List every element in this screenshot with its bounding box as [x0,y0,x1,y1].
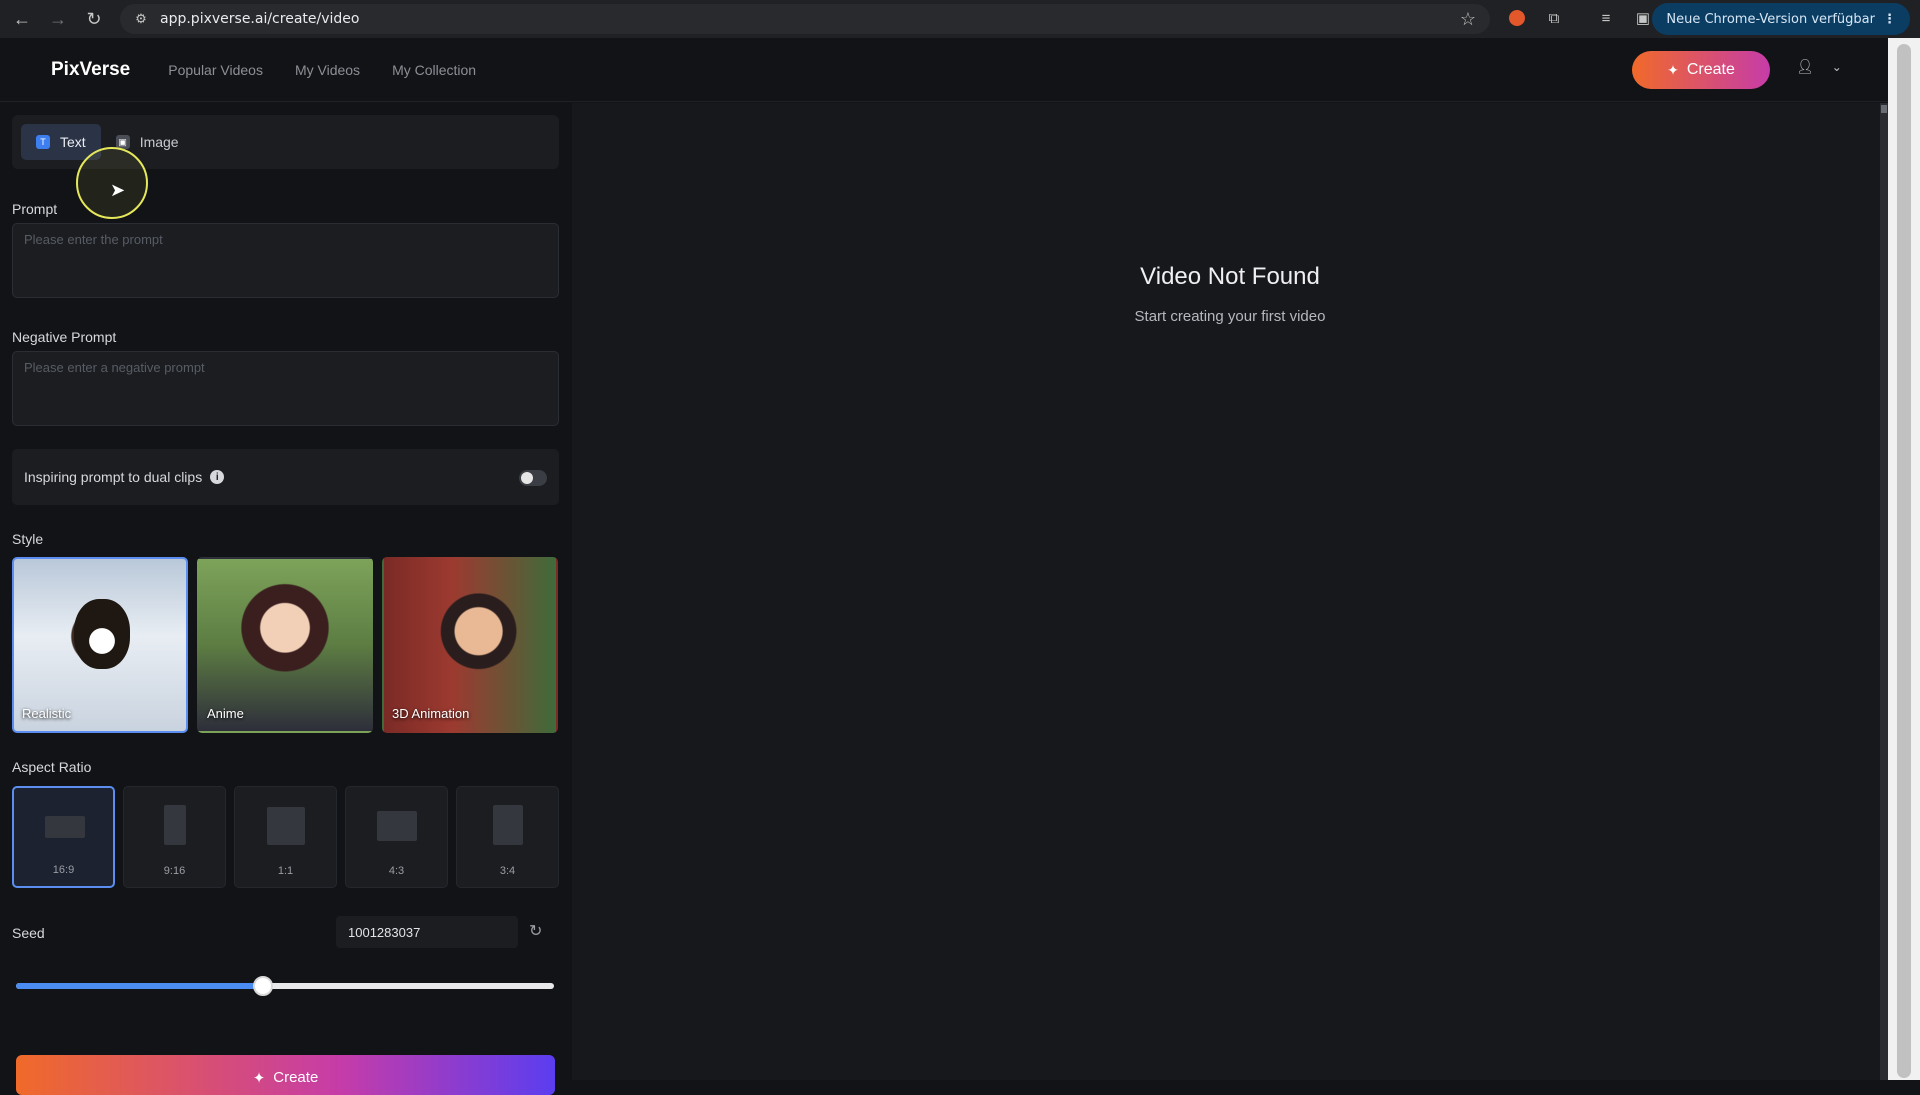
toggle-knob [521,472,533,484]
reload-icon[interactable]: ↻ [80,5,108,33]
ratio-3-4-icon [493,805,523,845]
nav-my-videos[interactable]: My Videos [295,62,360,78]
aspect-ratio-options: 16:9 9:16 1:1 4:3 3:4 [12,786,567,888]
style-anime[interactable]: Anime [197,557,373,733]
video-output-panel: Video Not Found Start creating your firs… [572,103,1888,1080]
ratio-4-3-label: 4:3 [388,865,405,877]
app-header: PixVerse Popular Videos My Videos My Col… [0,38,1888,102]
site-settings-icon[interactable]: ⚙ [132,10,150,28]
header-create-label: Create [1686,61,1735,78]
dual-clips-label: Inspiring prompt to dual clips [24,469,203,485]
seed-input[interactable]: 1001283037 [336,916,518,948]
address-bar[interactable]: ⚙ app.pixverse.ai/create/video ☆ [120,4,1490,34]
text-mode-icon: T [36,135,50,149]
bookmark-star-icon[interactable]: ☆ [1460,9,1476,30]
user-menu[interactable]: 👤︎ ⌄ [1796,58,1842,75]
ratio-1-1[interactable]: 1:1 [234,786,337,888]
header-create-button[interactable]: ✦ Create [1632,51,1770,89]
create-button-label: Create [273,1069,319,1086]
ratio-3-4[interactable]: 3:4 [456,786,559,888]
info-icon[interactable]: i [210,470,225,484]
ratio-9-16-icon [164,805,186,845]
dual-clips-row: Inspiring prompt to dual clips i [12,449,559,505]
prompt-input[interactable] [12,223,559,298]
negative-prompt-input[interactable] [12,351,559,426]
ratio-9-16[interactable]: 9:16 [123,786,226,888]
style-options: Realistic Anime 3D Animation [12,557,567,733]
chevron-down-icon: ⌄ [1831,59,1842,74]
nav-popular-videos[interactable]: Popular Videos [168,62,263,78]
seed-label: Seed [12,925,45,941]
page-scrollbar[interactable] [1888,38,1920,1080]
ratio-4-3[interactable]: 4:3 [345,786,448,888]
ratio-3-4-label: 3:4 [499,865,516,877]
panel-scrollbar[interactable] [1880,103,1888,1080]
tab-text-label: Text [60,134,86,150]
style-label: Style [12,531,44,547]
refresh-seed-icon[interactable]: ↻ [529,921,542,941]
ratio-16-9[interactable]: 16:9 [12,786,115,888]
style-anime-label: Anime [207,706,244,721]
style-realistic[interactable]: Realistic [12,557,188,733]
extensions-puzzle-icon[interactable]: ⧉ [1542,6,1566,30]
browser-toolbar: ← → ↻ ⚙ app.pixverse.ai/create/video ☆ ⧉… [0,0,1920,38]
ratio-16-9-icon [45,816,85,838]
ratio-4-3-icon [377,811,417,841]
empty-state-title: Video Not Found [1140,263,1320,290]
style-3d-animation-label: 3D Animation [392,706,470,721]
aspect-ratio-label: Aspect Ratio [12,759,92,775]
tab-image-label: Image [139,134,179,150]
chrome-update-button[interactable]: Neue Chrome-Version verfügbar ⋮ [1652,3,1910,35]
seed-slider-thumb[interactable] [253,976,274,996]
create-button[interactable]: ✦ Create [16,1055,555,1095]
seed-slider[interactable] [16,976,554,996]
negative-prompt-label: Negative Prompt [12,329,117,345]
ratio-16-9-label: 16:9 [52,864,75,876]
ratio-9-16-label: 9:16 [163,865,186,877]
panel-scrollbar-thumb[interactable] [1881,105,1887,113]
prompt-label: Prompt [12,201,58,217]
sparkle-icon: ✦ [252,1070,266,1087]
forward-icon[interactable]: → [44,5,72,33]
extension-icon[interactable] [1505,6,1529,30]
create-panel: T Text ▣ Image Prompt Negative Prompt In… [0,103,572,1095]
ratio-1-1-icon [267,807,305,845]
logo[interactable]: PixVerse [51,59,130,81]
url-text[interactable]: app.pixverse.ai/create/video [160,11,359,27]
back-icon[interactable]: ← [8,5,36,33]
dog-thumbnail [74,599,130,669]
top-nav: Popular Videos My Videos My Collection [168,62,508,78]
ratio-1-1-label: 1:1 [277,865,294,877]
user-icon: 👤︎ [1796,58,1814,74]
mouse-pointer-icon: ➤ [110,180,126,200]
nav-my-collection[interactable]: My Collection [392,62,476,78]
media-controls-icon[interactable]: ≡ [1594,6,1618,30]
style-3d-animation[interactable]: 3D Animation [382,557,558,733]
more-menu-icon[interactable]: ⋮ [1883,12,1896,27]
seed-slider-fill [16,983,264,989]
dual-clips-toggle[interactable] [519,470,547,486]
sparkle-icon: ✦ [1667,61,1679,78]
empty-state-subtitle: Start creating your first video [1134,308,1326,325]
page-scrollbar-thumb[interactable] [1897,44,1911,1078]
style-realistic-label: Realistic [22,706,72,721]
chrome-update-label: Neue Chrome-Version verfügbar [1666,11,1875,27]
